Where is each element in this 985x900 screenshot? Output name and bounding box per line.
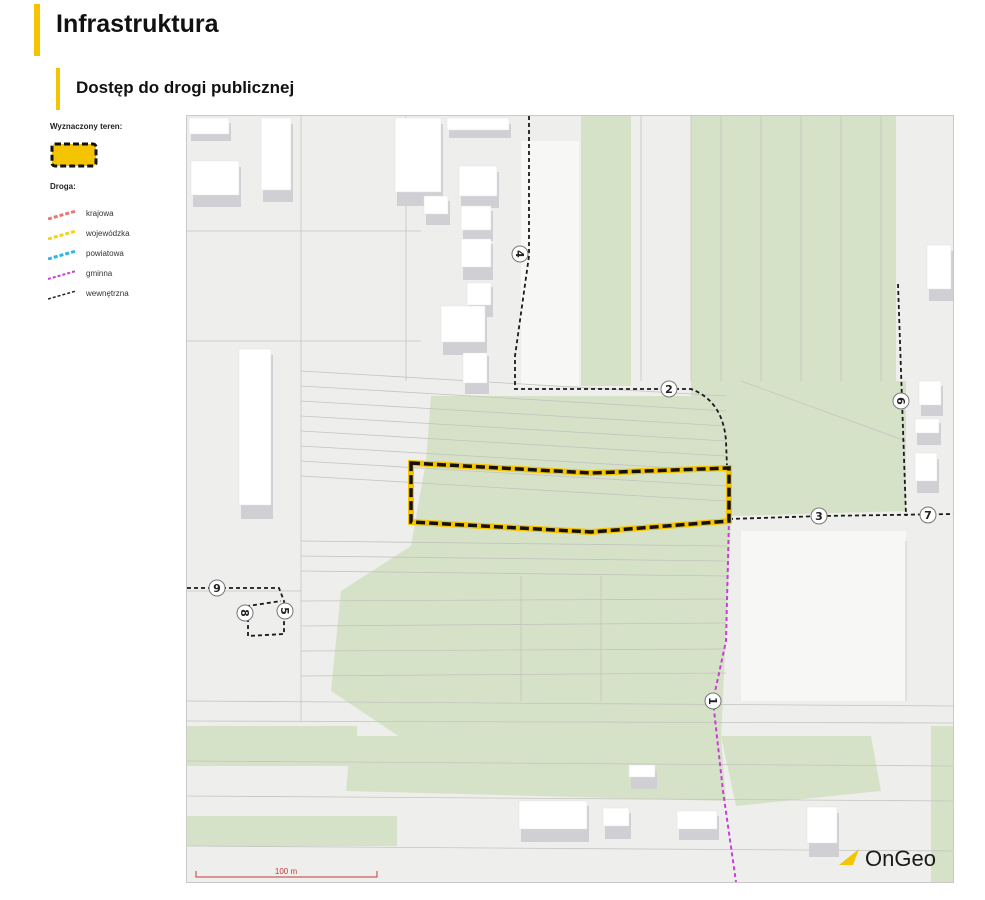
scale-bar-label: 100 m xyxy=(275,867,298,876)
road-number-4: 4 xyxy=(513,250,526,258)
road-marker-5: 5 xyxy=(276,602,294,620)
road-marker-6: 6 xyxy=(892,392,910,410)
legend-swatch-krajowa xyxy=(48,210,76,220)
legend-label-gminna: gminna xyxy=(86,269,113,278)
brand-name: OnGeo xyxy=(865,846,936,871)
legend-area-swatch xyxy=(50,142,98,168)
page-title: Infrastruktura xyxy=(56,10,219,38)
legend-label-wewnetrzna: wewnętrzna xyxy=(86,289,129,298)
road-number-2: 2 xyxy=(665,383,673,396)
vegetation-south-strip xyxy=(346,736,726,801)
road-number-7: 7 xyxy=(924,509,932,522)
map-view[interactable]: 1 2 3 4 5 6 7 8 9 100 m OnGeo xyxy=(186,115,954,883)
open-land-east xyxy=(741,531,906,701)
vegetation-southwest xyxy=(187,726,357,766)
legend-row-wojewodzka: wojewódzka xyxy=(44,228,174,242)
legend-road-heading: Droga: xyxy=(50,182,76,191)
legend-swatch-wewnetrzna xyxy=(48,290,76,300)
road-marker-1: 1 xyxy=(704,692,722,710)
vegetation-bottom-left xyxy=(187,816,397,846)
legend-row-powiatowa: powiatowa xyxy=(44,248,174,262)
section-accent-bar xyxy=(56,68,60,110)
road-marker-7: 7 xyxy=(919,506,937,524)
road-number-8: 8 xyxy=(238,609,251,617)
title-accent-bar xyxy=(34,4,40,56)
road-marker-3: 3 xyxy=(810,507,828,525)
road-marker-9: 9 xyxy=(208,579,226,597)
legend-label-krajowa: krajowa xyxy=(86,209,114,218)
road-marker-8: 8 xyxy=(236,604,254,622)
legend-label-wojewodzka: wojewódzka xyxy=(86,229,130,238)
vegetation-east xyxy=(691,116,896,396)
legend-row-krajowa: krajowa xyxy=(44,208,174,222)
legend-area-heading: Wyznaczony teren: xyxy=(50,122,123,131)
road-number-3: 3 xyxy=(815,510,823,523)
section-title: Dostęp do drogi publicznej xyxy=(76,78,295,97)
legend-row-gminna: gminna xyxy=(44,268,174,282)
map-canvas[interactable]: 1 2 3 4 5 6 7 8 9 100 m OnGeo xyxy=(187,116,953,882)
legend-swatch-gminna xyxy=(48,270,76,280)
road-marker-2: 2 xyxy=(660,380,678,398)
road-number-5: 5 xyxy=(278,607,291,615)
legend-swatch-wojewodzka xyxy=(48,230,76,240)
vegetation-strip xyxy=(581,116,631,386)
road-number-6: 6 xyxy=(894,397,907,405)
legend-row-wewnetrzna: wewnętrzna xyxy=(44,288,174,302)
road-number-1: 1 xyxy=(706,697,719,705)
legend-label-powiatowa: powiatowa xyxy=(86,249,124,258)
legend-swatch-powiatowa xyxy=(48,250,76,260)
road-number-9: 9 xyxy=(213,582,221,595)
road-marker-4: 4 xyxy=(511,245,529,263)
open-land-north xyxy=(521,141,579,386)
